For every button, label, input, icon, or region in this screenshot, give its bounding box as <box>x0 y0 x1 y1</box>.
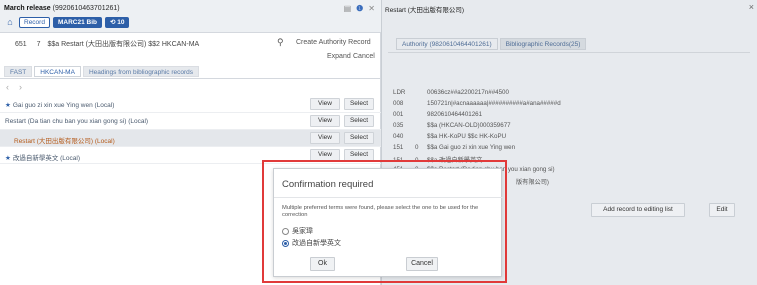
radio-button-checked[interactable] <box>282 239 289 247</box>
field-value: $$a Restart (大田出版有限公司) $$2 HKCAN-MA <box>47 41 200 48</box>
select-button[interactable]: Select <box>344 115 374 127</box>
marc-value: $$a Gai guo zi xin xue Ying wen <box>427 144 516 151</box>
view-button[interactable]: View <box>310 132 340 144</box>
marc-tag: 151 <box>393 144 404 151</box>
option-row[interactable]: 改過自新學英文 <box>282 238 341 248</box>
preview-tabs: Authority (9820610464401261) Bibliograph… <box>396 38 587 50</box>
marc-line: 151 0 $$a Gai guo zi xin xue Ying wen <box>393 144 515 151</box>
record-title: March release (9920610463701261) <box>4 5 120 12</box>
dialog-divider <box>274 197 503 198</box>
preview-title: Restart (大田出版有限公司) <box>385 7 465 14</box>
marc-tag: LDR <box>393 89 406 96</box>
marc-line: 001 9820610464401261 <box>393 111 482 118</box>
star-icon: ★ <box>5 155 11 162</box>
dialog-title: Confirmation required <box>282 179 374 190</box>
cancel-link[interactable]: Cancel <box>353 53 375 60</box>
field-tag: 651 <box>15 41 27 48</box>
save-icon[interactable]: ▤ <box>344 4 352 13</box>
marc-line: 035 $$a (HKCAN-OLD)000359677 <box>393 122 511 129</box>
tab-hkcan-ma[interactable]: HKCAN-MA <box>34 66 81 77</box>
search-icon[interactable]: ⚲ <box>277 37 284 48</box>
ok-button[interactable]: Ok <box>310 257 335 271</box>
marc-tag: 008 <box>393 100 404 107</box>
tab-fast[interactable]: FAST <box>4 66 33 77</box>
tab-authority[interactable]: Authority (9820610464401261) <box>396 38 498 50</box>
count-value: 10 <box>117 19 125 26</box>
count-chip[interactable]: ⟲ 10 <box>104 17 130 28</box>
result-label[interactable]: ★ Gai guo zi xin xue Ying wen (Local) <box>5 101 114 109</box>
marc-value: $$a (HKCAN-OLD)000359677 <box>427 122 511 129</box>
marc-line: 008 150721n|#acnaaaaaa|##########a#ana###… <box>393 100 561 107</box>
select-button[interactable]: Select <box>344 98 374 110</box>
marc-line: 版有限公司) <box>516 177 549 186</box>
record-chip[interactable]: Record <box>19 17 50 28</box>
marc-line: LDR 00636cz##a2200217n##4500 <box>393 89 509 96</box>
record-header: March release (9920610463701261) ▤ ❶ ✕ ⌂… <box>0 0 381 33</box>
confirmation-dialog: Confirmation required Multiple preferred… <box>273 168 503 277</box>
marc-line: 040 $$a HK-KoPU $$c HK-KoPU <box>393 133 506 140</box>
tab-headings-bib[interactable]: Headings from bibliographic records <box>82 66 199 77</box>
prev-page-icon[interactable]: ‹ <box>6 82 19 92</box>
marc-tag: 040 <box>393 133 404 140</box>
result-text: Restart (大田出版有限公司) (Local) <box>14 138 115 145</box>
edit-button[interactable]: Edit <box>709 203 735 217</box>
view-button[interactable]: View <box>310 98 340 110</box>
marc-value: $$a HK-KoPU $$c HK-KoPU <box>427 133 507 140</box>
divider <box>0 78 381 79</box>
cancel-button[interactable]: Cancel <box>406 257 438 271</box>
close-icon[interactable]: ✕ <box>368 4 375 13</box>
option-row[interactable]: 吳家瑋 <box>282 226 313 236</box>
create-authority-link[interactable]: Create Authority Record <box>296 39 371 46</box>
record-title-name: March release <box>4 5 51 12</box>
vocabulary-tabs: FAST HKCAN-MA Headings from bibliographi… <box>4 66 199 77</box>
pager-arrows: ‹› <box>6 82 32 92</box>
close-icon[interactable]: × <box>749 2 754 12</box>
marc-value: 9820610464401261 <box>427 111 483 118</box>
next-page-icon[interactable]: › <box>19 82 32 92</box>
info-icon[interactable]: ❶ <box>356 4 363 13</box>
result-text: Restart (Da tian chu ban you xian gong s… <box>5 118 149 125</box>
marc-ind: 0 <box>415 144 419 151</box>
expand-link[interactable]: Expand <box>327 53 351 60</box>
option-label: 吳家瑋 <box>292 228 313 235</box>
marc-value: 00636cz##a2200217n##4500 <box>427 89 509 96</box>
result-label[interactable]: Restart (大田出版有限公司) (Local) <box>14 135 115 145</box>
preview-header: Restart (大田出版有限公司) × <box>382 0 757 14</box>
marc-value: 版有限公司) <box>516 179 549 186</box>
result-label[interactable]: ★ 改過自新學英文 (Local) <box>5 152 80 162</box>
star-icon: ★ <box>5 102 11 109</box>
marc-tag: 001 <box>393 111 404 118</box>
marc-value: 150721n|#acnaaaaaa|##########a#ana#####d <box>427 100 561 107</box>
marc-tag: 035 <box>393 122 404 129</box>
result-text: Gai guo zi xin xue Ying wen (Local) <box>12 102 115 109</box>
marc21-bib-chip[interactable]: MARC21 Bib <box>52 17 102 28</box>
view-button[interactable]: View <box>310 115 340 127</box>
add-to-editing-list-button[interactable]: Add record to editing list <box>591 203 685 217</box>
breadcrumb: ⌂ Record MARC21 Bib ⟲ 10 <box>4 17 130 28</box>
result-row: ★ Gai guo zi xin xue Ying wen (Local) Vie… <box>0 96 381 113</box>
dialog-message: Multiple preferred terms were found, ple… <box>282 205 479 218</box>
result-row: Restart (Da tian chu ban you xian gong s… <box>0 113 381 130</box>
field-line: 651 7 $$a Restart (大田出版有限公司) $$2 HKCAN-M… <box>15 39 199 49</box>
field-indicator: 7 <box>36 41 41 48</box>
result-row-selected: Restart (大田出版有限公司) (Local) View Select <box>0 130 381 147</box>
result-label[interactable]: Restart (Da tian chu ban you xian gong s… <box>5 118 148 125</box>
tab-bibliographic-records[interactable]: Bibliographic Records(25) <box>499 38 587 50</box>
option-label: 改過自新學英文 <box>292 240 341 247</box>
result-text: 改過自新學英文 (Local) <box>12 155 81 162</box>
record-title-id: (9920610463701261) <box>52 5 120 12</box>
home-icon[interactable]: ⌂ <box>4 17 16 28</box>
radio-button[interactable] <box>282 227 289 235</box>
header-icons: ▤ ❶ ✕ <box>344 4 375 13</box>
select-button[interactable]: Select <box>344 132 374 144</box>
